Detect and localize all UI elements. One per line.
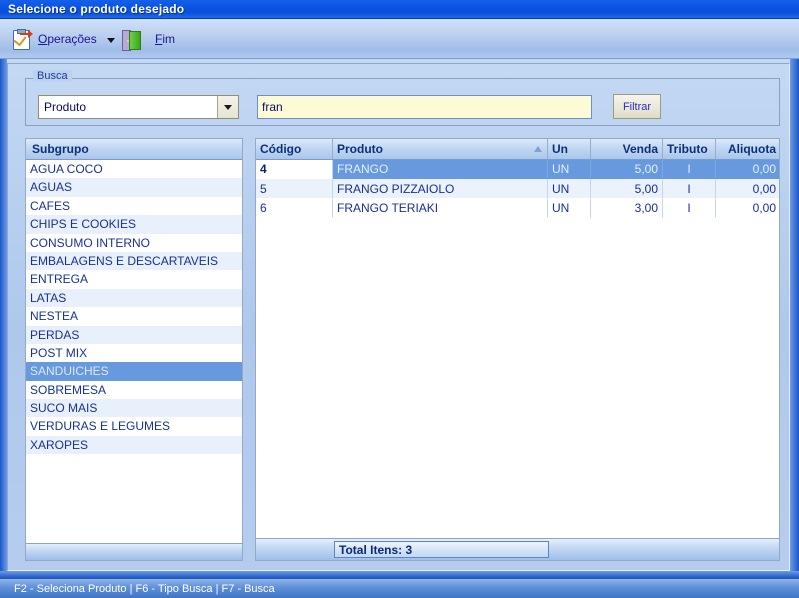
subgroup-list-item[interactable]: SOBREMESA [26,381,242,399]
cell-tributo: I [663,198,716,219]
subgroup-panel: Subgrupo AGUA COCO AGUAS CAFES CHIPS E COOK… [25,138,243,561]
search-type-select[interactable]: Produto [38,95,239,119]
subgroup-list-item[interactable]: POST MIX [26,344,242,362]
column-header-tributo[interactable]: Tributo [663,139,716,159]
column-header-label: Aliquota [728,142,776,156]
toolbar-fim-label: Fim [155,32,176,46]
cell-un: UN [548,160,591,180]
search-type-value: Produto [44,100,87,114]
product-row[interactable]: 4 FRANGO UN 5,00 I 0,00 [256,160,779,180]
subgroup-list-item[interactable]: LATAS [26,288,242,308]
search-groupbox-title: Busca [33,70,72,82]
subgroup-list-item[interactable]: AGUAS [26,178,242,197]
client-area: Busca Produto Filtrar Subgrupo AGUA COCO… [7,64,790,571]
cell-un: UN [548,179,591,199]
window-frame-right [790,59,799,578]
products-grid-header: Código Produto Un Venda Tributo Aliquota [256,139,779,160]
cell-venda: 3,00 [591,198,663,219]
column-header-label: Produto [337,142,383,156]
cell-venda: 5,00 [591,160,663,180]
subgroup-list-item[interactable]: CAFES [26,197,242,215]
cell-produto: FRANGO TERIAKI [333,198,548,219]
cell-produto: FRANGO PIZZAIOLO [333,179,548,199]
cell-un: UN [548,198,591,219]
cell-aliquota: 0,00 [716,199,779,219]
subgroup-list-item[interactable]: AGUA COCO [26,160,242,178]
cell-aliquota: 0,00 [716,179,779,199]
toolbar: Operações Fim [0,20,799,59]
sort-ascending-icon [534,146,542,152]
cell-codigo: 5 [256,179,333,199]
toolbar-button-fim[interactable]: Fim [117,24,179,54]
subgroup-list-item[interactable]: CHIPS E COOKIES [26,215,242,234]
clipboard-check-arrow-icon [12,28,33,50]
cell-aliquota: 0,00 [716,160,779,180]
cell-codigo: 6 [256,198,333,219]
total-items-label: Total Itens: 3 [334,541,549,558]
products-grid-footer: Total Itens: 3 [256,538,779,560]
toolbar-button-operacoes[interactable]: Operações [8,24,119,54]
cell-tributo: I [663,160,716,180]
toolbar-fim-rest: im [162,32,176,46]
column-header-codigo[interactable]: Código [256,139,333,159]
column-header-un[interactable]: Un [548,139,591,159]
application-window: Selecione o produto desejado Operações F… [0,0,799,598]
subgroup-list-item[interactable]: ENTREGA [26,270,242,288]
subgroup-header: Subgrupo [26,139,242,160]
subgroup-panel-footer [26,543,242,560]
subgroup-list-item[interactable]: PERDAS [26,325,242,344]
products-panel: Código Produto Un Venda Tributo Aliquota 4 FRA… [255,138,780,561]
product-row[interactable]: 5 FRANGO PIZZAIOLO UN 5,00 I 0,00 [256,179,779,199]
window-frame-left [0,59,7,578]
chevron-down-icon [224,104,232,110]
column-header-label: Tributo [667,142,708,156]
search-input[interactable] [257,95,592,119]
products-grid-body[interactable]: 4 FRANGO UN 5,00 I 0,00 5 FRANGO PIZZAIOLO UN 5,0… [256,160,779,538]
subgroup-list-item[interactable]: CONSUMO INTERNO [26,234,242,252]
toolbar-operacoes-label: Operações [38,32,97,46]
toolbar-operacoes-rest: perações [47,32,97,46]
subgroup-list-item[interactable]: NESTEA [26,307,242,325]
column-header-label: Código [260,142,302,156]
status-bar-hints: F2 - Seleciona Produto | F6 - Tipo Busca… [14,582,275,595]
chevron-down-icon[interactable] [106,37,115,43]
column-header-aliquota[interactable]: Aliquota [716,139,779,159]
subgroup-list-item[interactable]: SUCO MAIS [26,399,242,418]
window-frame-bottom [0,571,799,578]
product-row[interactable]: 6 FRANGO TERIAKI UN 3,00 I 0,00 [256,198,779,219]
column-header-label: Venda [622,142,658,156]
cell-tributo: I [663,179,716,199]
subgroup-list[interactable]: AGUA COCO AGUAS CAFES CHIPS E COOKIES CONSUM… [26,160,242,543]
cell-venda: 5,00 [591,179,663,199]
column-header-label: Un [552,142,568,156]
status-bar: F2 - Seleciona Produto | F6 - Tipo Busca… [0,578,799,598]
cell-produto: FRANGO [333,160,548,180]
filter-button[interactable]: Filtrar [613,94,661,119]
window-title: Selecione o produto desejado [8,2,185,16]
search-type-dropdown-button[interactable] [217,96,238,118]
cell-codigo: 4 [256,160,333,180]
subgroup-list-item[interactable]: VERDURAS E LEGUMES [26,417,242,435]
subgroup-list-item[interactable]: EMBALAGENS E DESCARTAVEIS [26,251,242,271]
subgroup-list-item[interactable]: XAROPES [26,435,242,455]
window-titlebar: Selecione o produto desejado [0,0,799,19]
exit-door-icon [121,29,141,51]
subgroup-list-item[interactable]: SANDUICHES [26,362,242,381]
column-header-produto[interactable]: Produto [333,139,548,159]
column-header-venda[interactable]: Venda [591,139,663,159]
